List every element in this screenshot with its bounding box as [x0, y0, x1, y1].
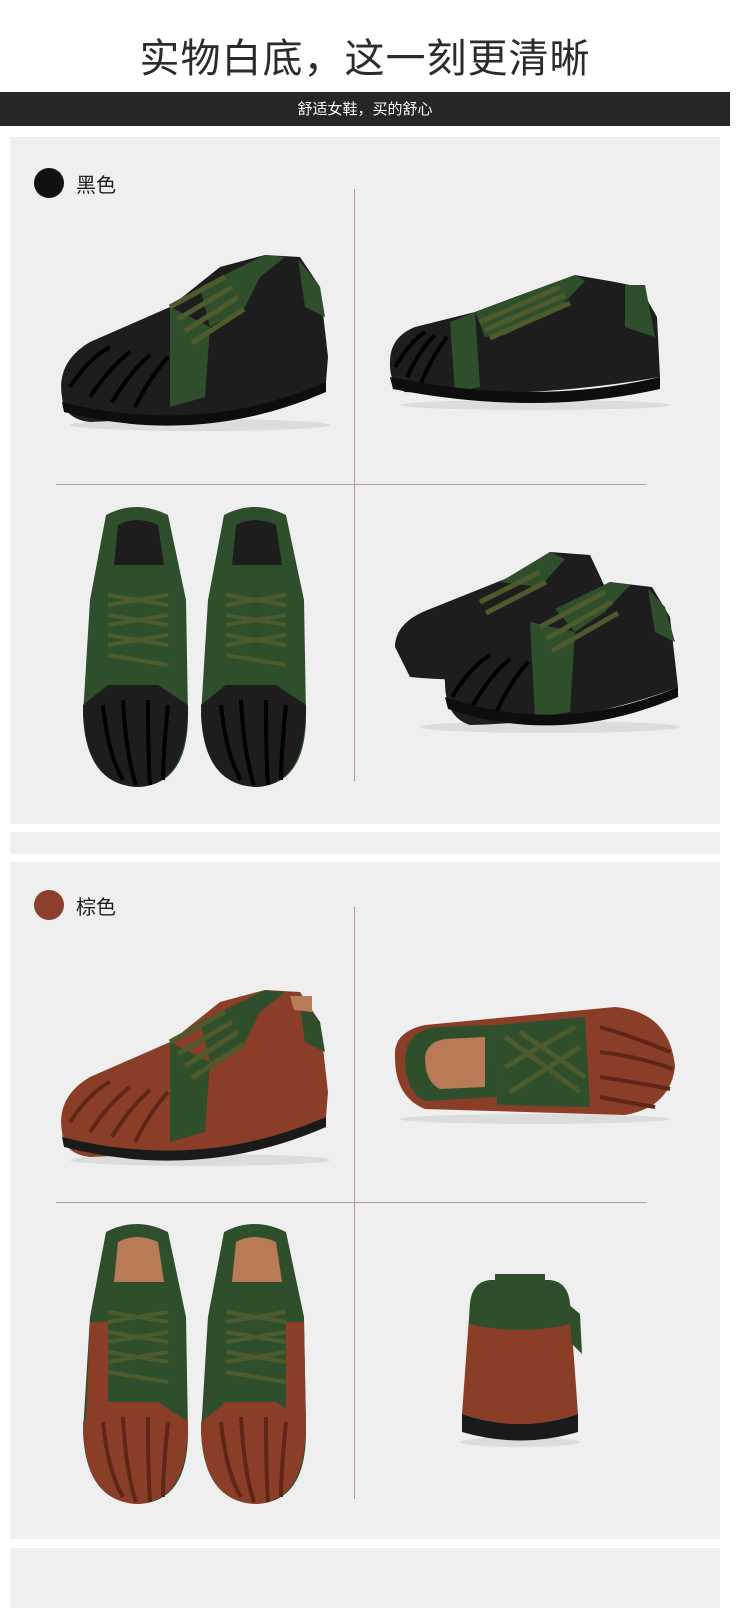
- section-spacer: [10, 1548, 720, 1608]
- grid-divider-horizontal: [56, 1202, 646, 1203]
- grid-divider-horizontal: [56, 484, 646, 485]
- grid-divider-vertical: [354, 189, 355, 781]
- black-shoe-top-pair-photo: [83, 507, 306, 787]
- brown-color-label: 棕色: [76, 894, 116, 919]
- brown-variant-panel: 棕色: [10, 862, 720, 1539]
- brown-shoe-back-photo: [460, 1274, 582, 1447]
- slogan-banner: 舒适女鞋，买的舒心: [0, 92, 730, 126]
- black-color-swatch-row: 黑色: [34, 168, 116, 198]
- brown-shoe-side-left-photo: [61, 990, 330, 1166]
- black-shoe-angled-pair-photo: [395, 552, 680, 733]
- brown-color-dot: [34, 890, 64, 920]
- grid-divider-vertical: [354, 907, 355, 1499]
- black-color-dot: [34, 168, 64, 198]
- black-variant-panel: 黑色: [10, 137, 720, 824]
- black-shoe-side-left-photo: [61, 255, 330, 431]
- section-spacer: [10, 832, 720, 854]
- brown-shoe-top-pair-photo: [83, 1224, 306, 1504]
- black-shoe-side-right-photo: [389, 275, 670, 410]
- brown-shoe-inner-side-photo: [394, 1007, 675, 1124]
- page-title: 实物白底，这一刻更清晰: [139, 36, 591, 82]
- black-color-label: 黑色: [76, 172, 116, 197]
- brown-color-swatch-row: 棕色: [34, 890, 116, 920]
